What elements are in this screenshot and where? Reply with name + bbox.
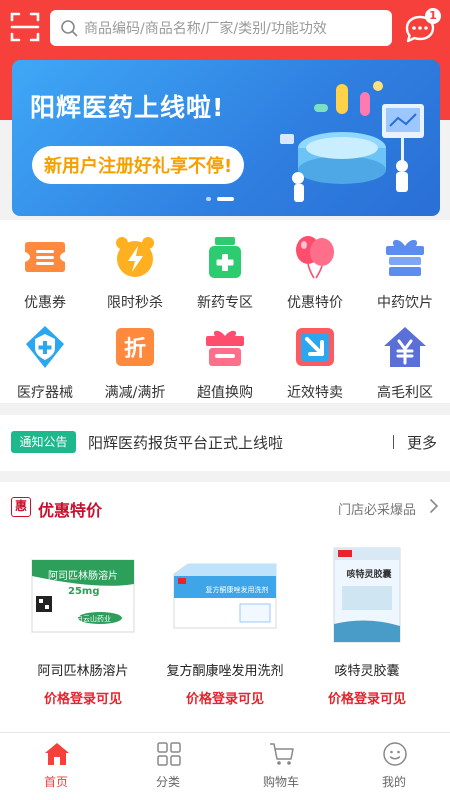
category-discount[interactable]: 折 满减/满折: [90, 314, 180, 401]
product-image: [333, 547, 401, 643]
message-badge: 1: [425, 8, 441, 24]
category-chinese-herbs[interactable]: 中药饮片: [360, 224, 450, 311]
product-price: 价格登录可见: [43, 692, 122, 707]
tab-home[interactable]: 首页: [0, 733, 112, 800]
product-box-text: 阿司匹林肠溶片: [48, 571, 118, 582]
promo-banner[interactable]: 阳辉医药上线啦! 新用户注册好礼享不停!: [12, 60, 440, 216]
category-value-exchange[interactable]: 超值换购: [180, 314, 270, 401]
banner-subtitle-pill: 新用户注册好礼享不停!: [32, 146, 245, 184]
category-label: 超值换购: [197, 385, 253, 401]
scan-button[interactable]: [10, 10, 40, 44]
tab-label: 首页: [43, 775, 68, 789]
product-card[interactable]: 复方酮康唑发用洗剂 复方酮康唑发用洗剂 价格登录可见: [150, 534, 300, 724]
product-card[interactable]: 阿司匹林肠溶片 25mg 白云山药业 阿司匹林肠溶片 价格登录可见: [8, 534, 158, 724]
category-medical-devices[interactable]: 医疗器械: [0, 314, 90, 401]
tab-category[interactable]: 分类: [112, 733, 224, 800]
category-label: 新药专区: [197, 295, 253, 311]
product-box-brand: 白云山药业: [76, 615, 111, 623]
search-placeholder: 商品编码/商品名称/厂家/类别/功能功效: [84, 21, 327, 37]
lab-illustration: [280, 81, 424, 202]
category-label: 近效特卖: [287, 385, 343, 401]
banner-subtitle: 新用户注册好礼享不停!: [44, 156, 233, 177]
category-grid: 优惠券 限时秒杀 新药专区 优惠特价 中药饮片 医疗器械 折 满减/满折 超值换…: [0, 220, 450, 403]
grid-icon: [157, 742, 181, 766]
product-name: 阿司匹林肠溶片: [37, 664, 129, 679]
product-box-dose: 25mg: [68, 586, 100, 597]
deals-badge-icon: 惠: [11, 497, 31, 517]
category-label: 优惠券: [24, 295, 66, 311]
chevron-right-icon[interactable]: [428, 498, 440, 514]
product-price: 价格登录可见: [327, 692, 406, 707]
category-label: 限时秒杀: [107, 295, 163, 311]
arrow-box-icon: [296, 328, 334, 366]
product-name: 咳特灵胶囊: [334, 664, 400, 679]
cart-icon: [270, 743, 294, 765]
deals-section: 惠 优惠特价 门店必采爆品 阿司匹林肠溶片 25mg 白云山药业 阿司匹林肠溶片…: [0, 482, 450, 732]
discount-tag-icon: 折: [116, 328, 154, 366]
yuan-house-icon: [384, 327, 426, 367]
alarm-clock-icon: [116, 237, 154, 277]
category-label: 优惠特价: [287, 295, 343, 311]
category-new-drugs[interactable]: 新药专区: [180, 224, 270, 311]
tab-profile[interactable]: 我的: [338, 733, 450, 800]
svg-text:折: 折: [124, 337, 146, 362]
tab-label: 购物车: [262, 775, 299, 789]
banner-title: 阳辉医药上线啦!: [30, 93, 225, 122]
notice-divider: [393, 435, 394, 449]
product-image: [173, 563, 277, 629]
gift-box-icon: [386, 239, 424, 276]
gift-icon: [206, 330, 244, 366]
notice-bar[interactable]: 通知公告 阳辉医药报货平台正式上线啦 更多: [0, 415, 450, 471]
product-price: 价格登录可见: [185, 692, 264, 707]
category-special-offers[interactable]: 优惠特价: [270, 224, 360, 311]
scan-icon: [10, 12, 40, 42]
tab-label: 分类: [155, 775, 180, 789]
bottom-tab-bar: 首页 分类 购物车 我的: [0, 732, 450, 800]
pagination-dot-active: [217, 197, 234, 201]
product-name: 复方酮康唑发用洗剂: [166, 664, 284, 679]
category-label: 满减/满折: [104, 385, 166, 401]
deals-more-link[interactable]: 门店必采爆品: [338, 499, 416, 518]
user-icon: [383, 742, 407, 766]
notice-tag: 通知公告: [11, 431, 76, 453]
product-card[interactable]: 咳特灵胶囊 咳特灵胶囊 价格登录可见: [292, 534, 442, 724]
search-icon: [61, 20, 78, 37]
category-coupon[interactable]: 优惠券: [0, 224, 90, 311]
coupon-icon: [25, 242, 65, 272]
home-icon: [45, 743, 69, 765]
category-near-expiry[interactable]: 近效特卖: [270, 314, 360, 401]
tab-cart[interactable]: 购物车: [225, 733, 337, 800]
deals-title: 优惠特价: [38, 501, 103, 520]
category-label: 高毛利区: [377, 385, 433, 401]
medicine-bottle-icon: [209, 237, 241, 278]
category-flash-sale[interactable]: 限时秒杀: [90, 224, 180, 311]
category-label: 中药饮片: [377, 295, 433, 311]
balloons-icon: [296, 236, 334, 279]
search-bar[interactable]: 商品编码/商品名称/厂家/类别/功能功效: [50, 10, 392, 46]
product-box-text: 复方酮康唑发用洗剂: [205, 586, 269, 594]
tab-label: 我的: [381, 775, 406, 789]
medical-shield-icon: [26, 326, 64, 368]
notice-more-link[interactable]: 更多: [407, 432, 437, 453]
pagination-dot: [206, 197, 211, 201]
category-label: 医疗器械: [17, 385, 73, 401]
product-box-text: 咳特灵胶囊: [346, 570, 392, 580]
notice-text[interactable]: 阳辉医药报货平台正式上线啦: [88, 432, 283, 453]
category-high-margin[interactable]: 高毛利区: [360, 314, 450, 401]
